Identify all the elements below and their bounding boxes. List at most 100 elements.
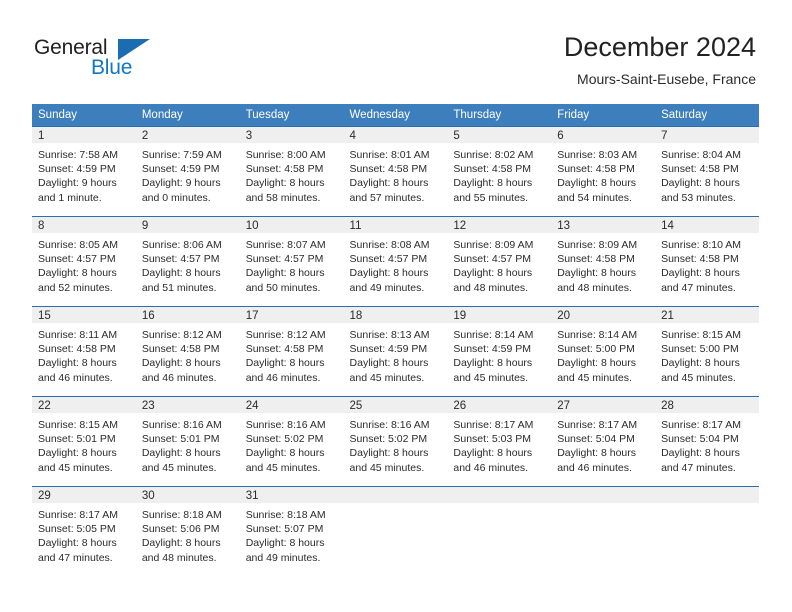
calendar-day-cell[interactable]: 14 Sunrise: 8:10 AM Sunset: 4:58 PM Dayligh…: [655, 216, 759, 307]
sunset-time: Sunset: 5:02 PM: [349, 433, 428, 446]
calendar-day-cell[interactable]: 15 Sunrise: 8:11 AM Sunset: 4:58 PM Dayligh…: [32, 306, 136, 397]
daylight-duration-line1: Daylight: 8 hours: [349, 267, 429, 280]
daylight-duration-line2: and 51 minutes.: [141, 281, 217, 294]
day-details: Sunrise: 8:05 AM Sunset: 4:57 PM Daylight:…: [32, 233, 136, 295]
calendar-day-cell[interactable]: 1 Sunrise: 7:58 AM Sunset: 4:59 PM Daylight…: [32, 126, 136, 217]
daylight-duration-line1: Daylight: 8 hours: [557, 177, 637, 190]
sunrise-time: Sunrise: 7:59 AM: [141, 149, 222, 161]
calendar-day-cell[interactable]: 16 Sunrise: 8:12 AM Sunset: 4:58 PM Dayligh…: [135, 306, 240, 397]
calendar-day-cell[interactable]: 13 Sunrise: 8:09 AM Sunset: 4:58 PM Dayligh…: [551, 216, 656, 307]
sunrise-time: Sunrise: 8:16 AM: [245, 419, 326, 431]
day-number: 1: [32, 127, 136, 143]
sunrise-time: Sunrise: 8:09 AM: [557, 239, 638, 251]
daylight-duration-line1: Daylight: 8 hours: [349, 447, 429, 460]
day-details: Sunrise: 8:06 AM Sunset: 4:57 PM Daylight:…: [136, 233, 240, 295]
day-number: 8: [32, 217, 136, 233]
calendar-day-cell[interactable]: 11 Sunrise: 8:08 AM Sunset: 4:57 PM Dayligh…: [343, 216, 448, 307]
sunset-time: Sunset: 4:59 PM: [349, 343, 428, 356]
calendar-day-cell[interactable]: 19 Sunrise: 8:14 AM Sunset: 4:59 PM Dayligh…: [447, 306, 552, 397]
calendar-day-cell[interactable]: 12 Sunrise: 8:09 AM Sunset: 4:57 PM Dayligh…: [447, 216, 552, 307]
calendar-day-cell[interactable]: 8 Sunrise: 8:05 AM Sunset: 4:57 PM Daylight…: [32, 216, 136, 307]
sunrise-time: Sunrise: 8:11 AM: [38, 329, 118, 341]
day-details: Sunrise: 8:10 AM Sunset: 4:58 PM Daylight:…: [655, 233, 759, 295]
calendar-day-cell[interactable]: 22 Sunrise: 8:15 AM Sunset: 5:01 PM Dayligh…: [32, 396, 136, 487]
daylight-duration-line2: and 45 minutes.: [38, 461, 113, 474]
calendar-day-cell[interactable]: 26 Sunrise: 8:17 AM Sunset: 5:03 PM Dayligh…: [447, 396, 552, 487]
weekday-header-friday: Friday: [551, 104, 656, 127]
day-details: Sunrise: 8:16 AM Sunset: 5:02 PM Daylight:…: [344, 413, 448, 475]
sunrise-time: Sunrise: 8:08 AM: [349, 239, 430, 251]
day-details: Sunrise: 8:17 AM Sunset: 5:04 PM Daylight:…: [655, 413, 759, 475]
calendar-day-cell[interactable]: 4 Sunrise: 8:01 AM Sunset: 4:58 PM Daylight…: [343, 126, 448, 217]
calendar-day-cell[interactable]: 30 Sunrise: 8:18 AM Sunset: 5:06 PM Dayligh…: [135, 486, 240, 577]
sunrise-time: Sunrise: 7:58 AM: [38, 149, 118, 161]
calendar-day-cell[interactable]: 29 Sunrise: 8:17 AM Sunset: 5:05 PM Dayligh…: [32, 486, 136, 577]
calendar-day-cell[interactable]: 3 Sunrise: 8:00 AM Sunset: 4:58 PM Daylight…: [239, 126, 344, 217]
daylight-duration-line1: Daylight: 8 hours: [245, 537, 325, 550]
calendar-day-cell[interactable]: 31 Sunrise: 8:18 AM Sunset: 5:07 PM Dayligh…: [239, 486, 344, 577]
calendar-day-cell-empty: [447, 486, 552, 577]
calendar-day-cell[interactable]: 21 Sunrise: 8:15 AM Sunset: 5:00 PM Dayligh…: [655, 306, 759, 397]
daylight-duration-line1: Daylight: 8 hours: [38, 447, 117, 460]
day-number: 25: [343, 397, 448, 413]
sunrise-time: Sunrise: 8:14 AM: [557, 329, 638, 341]
day-details: Sunrise: 7:59 AM Sunset: 4:59 PM Daylight:…: [136, 143, 240, 205]
calendar-day-cell[interactable]: 9 Sunrise: 8:06 AM Sunset: 4:57 PM Daylight…: [135, 216, 240, 307]
calendar-day-cell[interactable]: 23 Sunrise: 8:16 AM Sunset: 5:01 PM Dayligh…: [135, 396, 240, 487]
daylight-duration-line2: and 46 minutes.: [38, 371, 113, 384]
day-details: Sunrise: 8:08 AM Sunset: 4:57 PM Daylight:…: [344, 233, 448, 295]
daylight-duration-line1: Daylight: 8 hours: [141, 267, 221, 280]
calendar-week-row: 8 Sunrise: 8:05 AM Sunset: 4:57 PM Daylight…: [32, 216, 759, 307]
daylight-duration-line1: Daylight: 8 hours: [557, 447, 637, 460]
sunset-time: Sunset: 4:58 PM: [245, 163, 324, 176]
sunrise-time: Sunrise: 8:04 AM: [661, 149, 742, 161]
daylight-duration-line2: and 52 minutes.: [38, 281, 113, 294]
calendar-day-cell[interactable]: 18 Sunrise: 8:13 AM Sunset: 4:59 PM Dayligh…: [343, 306, 448, 397]
day-number: 4: [343, 127, 448, 143]
page-title: December 2024: [563, 32, 756, 62]
daylight-duration-line1: Daylight: 8 hours: [38, 267, 117, 280]
daylight-duration-line2: and 45 minutes.: [349, 461, 425, 474]
sunrise-time: Sunrise: 8:15 AM: [38, 419, 118, 431]
daylight-duration-line2: and 1 minute.: [38, 191, 102, 204]
calendar-day-cell[interactable]: 5 Sunrise: 8:02 AM Sunset: 4:58 PM Daylight…: [447, 126, 552, 217]
day-number: 23: [135, 397, 240, 413]
calendar-day-cell[interactable]: 25 Sunrise: 8:16 AM Sunset: 5:02 PM Dayligh…: [343, 396, 448, 487]
day-number: 16: [135, 307, 240, 323]
calendar-day-cell[interactable]: 20 Sunrise: 8:14 AM Sunset: 5:00 PM Dayligh…: [551, 306, 656, 397]
sunset-time: Sunset: 4:59 PM: [453, 343, 532, 356]
daylight-duration-line2: and 55 minutes.: [453, 191, 529, 204]
calendar-day-cell[interactable]: 7 Sunrise: 8:04 AM Sunset: 4:58 PM Daylight…: [655, 126, 759, 217]
sunset-time: Sunset: 4:58 PM: [349, 163, 428, 176]
day-details: Sunrise: 8:13 AM Sunset: 4:59 PM Daylight:…: [344, 323, 448, 385]
day-details: Sunrise: 8:00 AM Sunset: 4:58 PM Daylight:…: [240, 143, 344, 205]
calendar-day-cell[interactable]: 17 Sunrise: 8:12 AM Sunset: 4:58 PM Dayligh…: [239, 306, 344, 397]
calendar-day-cell[interactable]: 28 Sunrise: 8:17 AM Sunset: 5:04 PM Dayligh…: [655, 396, 759, 487]
sunset-time: Sunset: 5:04 PM: [661, 433, 739, 446]
calendar-week-row: 1 Sunrise: 7:58 AM Sunset: 4:59 PM Daylight…: [32, 126, 759, 217]
day-details: Sunrise: 8:02 AM Sunset: 4:58 PM Daylight:…: [447, 143, 551, 205]
sunrise-time: Sunrise: 8:16 AM: [349, 419, 430, 431]
day-details: Sunrise: 8:01 AM Sunset: 4:58 PM Daylight:…: [344, 143, 448, 205]
day-details: Sunrise: 8:18 AM Sunset: 5:06 PM Daylight:…: [136, 503, 240, 565]
weekday-header-tuesday: Tuesday: [239, 104, 344, 127]
calendar-day-cell[interactable]: 10 Sunrise: 8:07 AM Sunset: 4:57 PM Dayligh…: [239, 216, 344, 307]
daylight-duration-line2: and 49 minutes.: [349, 281, 425, 294]
day-number: 7: [655, 127, 759, 143]
weekday-header-sunday: Sunday: [32, 104, 136, 127]
day-number: 14: [655, 217, 759, 233]
daylight-duration-line1: Daylight: 8 hours: [661, 177, 740, 190]
generalblue-logo[interactable]: General Blue: [34, 36, 194, 88]
calendar-day-cell[interactable]: 27 Sunrise: 8:17 AM Sunset: 5:04 PM Dayligh…: [551, 396, 656, 487]
day-details: Sunrise: 8:18 AM Sunset: 5:07 PM Daylight:…: [240, 503, 344, 565]
sunrise-time: Sunrise: 8:05 AM: [38, 239, 118, 251]
daylight-duration-line1: Daylight: 8 hours: [349, 357, 429, 370]
day-details: Sunrise: 8:17 AM Sunset: 5:05 PM Daylight:…: [32, 503, 136, 565]
calendar-day-cell[interactable]: 2 Sunrise: 7:59 AM Sunset: 4:59 PM Daylight…: [135, 126, 240, 217]
sunrise-time: Sunrise: 8:06 AM: [141, 239, 222, 251]
sunrise-time: Sunrise: 8:17 AM: [557, 419, 638, 431]
day-number: 21: [655, 307, 759, 323]
daylight-duration-line2: and 48 minutes.: [557, 281, 632, 294]
calendar-day-cell[interactable]: 6 Sunrise: 8:03 AM Sunset: 4:58 PM Daylight…: [551, 126, 656, 217]
calendar-day-cell[interactable]: 24 Sunrise: 8:16 AM Sunset: 5:02 PM Dayligh…: [239, 396, 344, 487]
